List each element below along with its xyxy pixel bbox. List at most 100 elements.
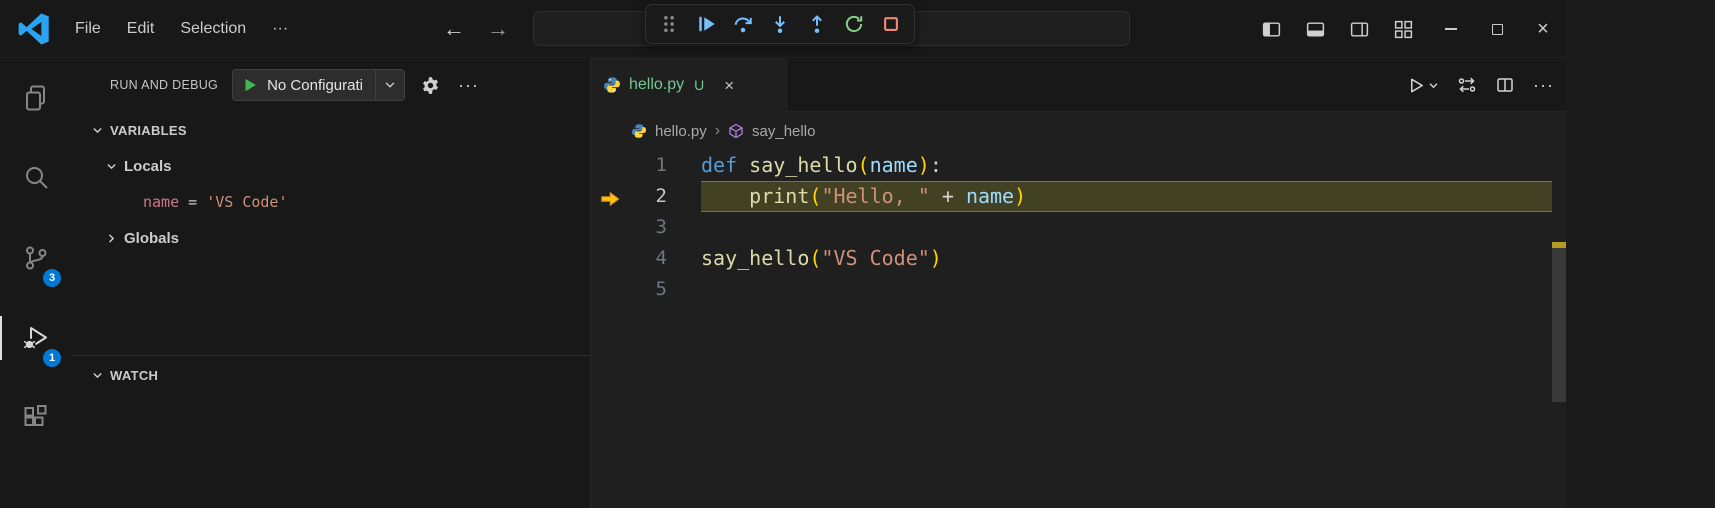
vscode-window: File Edit Selection ··· ← → bbox=[0, 0, 1566, 508]
activity-bar: 3 1 bbox=[0, 58, 72, 508]
editor-more-actions[interactable]: ··· bbox=[1533, 75, 1554, 96]
back-button[interactable]: ← bbox=[434, 0, 474, 58]
close-window-button[interactable]: × bbox=[1520, 0, 1566, 58]
debug-step-over-button[interactable] bbox=[732, 13, 754, 35]
line-number: 4 bbox=[637, 243, 667, 274]
forward-button[interactable]: → bbox=[478, 0, 518, 58]
toggle-primary-sidebar-button[interactable] bbox=[1252, 9, 1290, 49]
minimize-icon bbox=[1445, 28, 1457, 30]
menu-overflow[interactable]: ··· bbox=[259, 13, 301, 45]
gutter-glyph-margin[interactable] bbox=[591, 274, 637, 305]
code-line: 1 def say_hello(name): bbox=[591, 150, 1566, 181]
menu-bar: File Edit Selection ··· bbox=[62, 0, 301, 58]
menu-file[interactable]: File bbox=[62, 13, 114, 45]
line-number: 1 bbox=[637, 150, 667, 181]
breadcrumb: hello.py › say_hello bbox=[591, 112, 1566, 150]
activitybar-run-and-debug[interactable]: 1 bbox=[0, 298, 72, 378]
debug-settings-gear-icon[interactable] bbox=[421, 76, 440, 95]
sidebar-more-actions[interactable]: ··· bbox=[458, 75, 479, 96]
code-text[interactable]: def say_hello(name): bbox=[701, 150, 1552, 181]
vscode-logo-icon bbox=[18, 13, 50, 45]
customize-layout-button[interactable] bbox=[1384, 9, 1422, 49]
line-number: 3 bbox=[637, 212, 667, 243]
code-lines: 1def say_hello(name):2 print("Hello, " +… bbox=[591, 150, 1566, 305]
code-line: 5 bbox=[591, 274, 1566, 305]
activitybar-explorer[interactable] bbox=[0, 58, 72, 138]
code-text[interactable]: print("Hello, " + name) bbox=[701, 181, 1552, 212]
run-and-debug-icon bbox=[21, 323, 51, 353]
maximize-icon bbox=[1492, 24, 1503, 35]
debug-variables-tree: VARIABLES Locals name = 'VS Code' Global… bbox=[72, 112, 590, 256]
debug-step-out-button[interactable] bbox=[806, 13, 828, 35]
code-line: 4 say_hello("VS Code") bbox=[591, 243, 1566, 274]
debug-toolbar bbox=[645, 4, 915, 44]
close-icon: × bbox=[1537, 19, 1549, 39]
code-line: 3 bbox=[591, 212, 1566, 243]
run-python-file-button[interactable] bbox=[1407, 76, 1439, 95]
symbol-method-icon bbox=[728, 123, 744, 139]
gutter-glyph-margin[interactable] bbox=[591, 150, 637, 181]
python-file-icon bbox=[631, 123, 647, 139]
debug-stop-button[interactable] bbox=[880, 13, 902, 35]
debug-badge: 1 bbox=[43, 349, 61, 367]
watch-section-header[interactable]: WATCH bbox=[72, 356, 590, 394]
gutter-glyph-margin[interactable] bbox=[591, 212, 637, 243]
tab-hello-py[interactable]: hello.py U × bbox=[591, 58, 787, 112]
activitybar-source-control[interactable]: 3 bbox=[0, 218, 72, 298]
sidebar-header: RUN AND DEBUG No Configurati ··· bbox=[72, 58, 590, 112]
watch-section-label: WATCH bbox=[110, 368, 158, 383]
debug-current-line-arrow-icon bbox=[600, 187, 620, 207]
overview-ruler-current-line-mark bbox=[1552, 242, 1566, 248]
source-control-badge: 3 bbox=[43, 269, 61, 287]
debug-continue-button[interactable] bbox=[695, 13, 717, 35]
locals-scope-row[interactable]: Locals bbox=[72, 148, 590, 184]
menu-edit[interactable]: Edit bbox=[114, 13, 168, 45]
activitybar-search[interactable] bbox=[0, 138, 72, 218]
tab-close-icon[interactable]: × bbox=[724, 77, 734, 94]
start-debug-icon[interactable] bbox=[233, 76, 263, 94]
code-line: 2 print("Hello, " + name) bbox=[591, 181, 1566, 212]
code-text[interactable] bbox=[701, 212, 1552, 243]
debug-step-into-button[interactable] bbox=[769, 13, 791, 35]
watch-section: WATCH bbox=[72, 355, 590, 394]
editor-group: hello.py U × ··· bbox=[590, 58, 1566, 508]
open-changes-button[interactable] bbox=[1457, 75, 1477, 95]
git-status-badge: U bbox=[694, 77, 704, 93]
toggle-panel-button[interactable] bbox=[1296, 9, 1334, 49]
globals-scope-row[interactable]: Globals bbox=[72, 220, 590, 256]
tab-label: hello.py bbox=[629, 76, 684, 94]
equals-sign: = bbox=[179, 193, 206, 211]
breadcrumb-file[interactable]: hello.py bbox=[655, 123, 707, 140]
chevron-down-icon[interactable] bbox=[376, 78, 404, 92]
chevron-down-icon bbox=[102, 160, 120, 173]
breadcrumb-symbol[interactable]: say_hello bbox=[752, 123, 815, 140]
variables-section-label: VARIABLES bbox=[110, 123, 187, 138]
variable-row[interactable]: name = 'VS Code' bbox=[72, 184, 590, 220]
locals-label: Locals bbox=[124, 158, 172, 175]
titlebar-right-controls: × bbox=[1252, 0, 1566, 58]
breadcrumb-separator-icon: › bbox=[715, 122, 720, 140]
variable-name: name bbox=[143, 193, 179, 211]
chevron-right-icon bbox=[102, 232, 120, 245]
debug-restart-button[interactable] bbox=[843, 13, 865, 35]
toggle-secondary-sidebar-button[interactable] bbox=[1340, 9, 1378, 49]
variable-value: 'VS Code' bbox=[206, 193, 287, 211]
gutter-glyph-margin[interactable] bbox=[591, 243, 637, 274]
code-text[interactable] bbox=[701, 274, 1552, 305]
debug-toolbar-drag-handle[interactable] bbox=[658, 13, 680, 35]
globals-label: Globals bbox=[124, 230, 179, 247]
chevron-down-icon bbox=[88, 369, 106, 382]
chevron-down-icon bbox=[1428, 80, 1439, 91]
activitybar-extensions[interactable] bbox=[0, 378, 72, 458]
split-editor-button[interactable] bbox=[1495, 75, 1515, 95]
tab-bar: hello.py U × ··· bbox=[591, 58, 1566, 112]
menu-selection[interactable]: Selection bbox=[167, 13, 259, 45]
scrollbar-thumb[interactable] bbox=[1552, 242, 1566, 402]
line-number: 2 bbox=[637, 181, 667, 212]
debug-configuration-dropdown[interactable]: No Configurati bbox=[232, 69, 405, 101]
code-text[interactable]: say_hello("VS Code") bbox=[701, 243, 1552, 274]
editor-scrollbar[interactable] bbox=[1552, 242, 1566, 508]
maximize-button[interactable] bbox=[1474, 0, 1520, 58]
minimize-button[interactable] bbox=[1428, 0, 1474, 58]
variables-section-header[interactable]: VARIABLES bbox=[72, 112, 590, 148]
